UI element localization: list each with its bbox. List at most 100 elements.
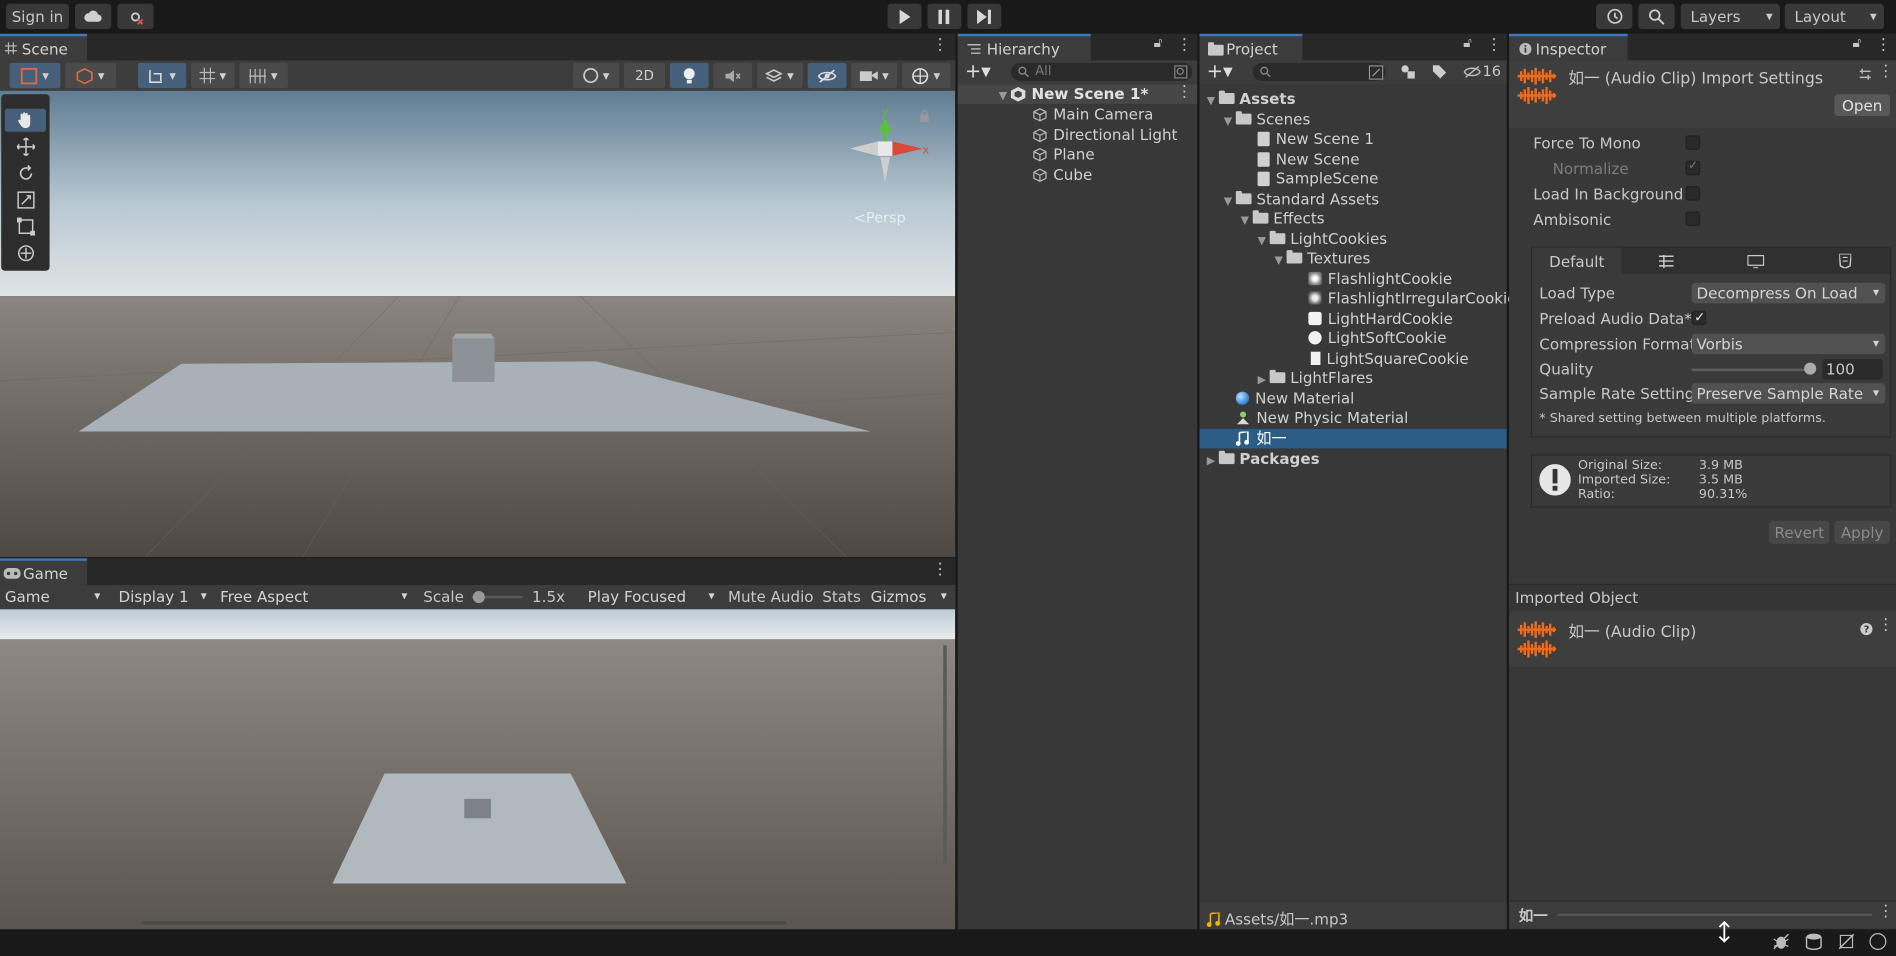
quality-slider-thumb[interactable] (1804, 362, 1817, 375)
hierarchy-search-field[interactable]: All (1010, 62, 1193, 81)
project-search-field[interactable] (1252, 62, 1386, 81)
project-menu-icon[interactable]: ⋮ (1486, 36, 1502, 54)
project-tree-textures[interactable]: ▼ Textures (1274, 249, 1370, 268)
layers-dropdown[interactable]: Layers (1680, 3, 1780, 30)
persp-label[interactable]: <Persp (854, 209, 906, 226)
create-add-icon[interactable]: +▾ (965, 59, 991, 82)
play-mode-dropdown[interactable]: Play Focused (582, 586, 721, 607)
play-button[interactable] (887, 3, 922, 30)
tab-scene[interactable]: Scene (0, 33, 88, 61)
lighting-toggle[interactable] (669, 62, 709, 89)
project-tree-standard-assets[interactable]: ▼ Standard Assets (1224, 190, 1379, 209)
tab-platform-default[interactable]: Default (1532, 247, 1622, 275)
game-viewport[interactable] (0, 609, 956, 930)
ambisonic-checkbox[interactable] (1685, 211, 1701, 227)
snap-toggle[interactable]: ▾ (137, 62, 187, 89)
rotate-tool-button[interactable] (5, 162, 46, 185)
check-status-icon[interactable] (1869, 933, 1887, 950)
project-tree-lightflares[interactable]: ▶ LightFlares (1258, 369, 1374, 388)
project-tree-physic-material[interactable]: New Physic Material (1236, 409, 1408, 428)
search-by-label-icon[interactable] (1400, 64, 1416, 80)
header-menu-icon[interactable]: ⋮ (1878, 63, 1894, 81)
collab-button[interactable] (117, 3, 154, 30)
sign-in-button[interactable]: Sign in (6, 3, 69, 30)
hierarchy-item-plane[interactable]: Plane (1033, 145, 1095, 164)
project-tree-assets[interactable]: ▼ Assets (1207, 89, 1296, 108)
collapse-arrow-icon[interactable]: ▶ (1258, 371, 1270, 390)
cache-server-icon[interactable] (1805, 933, 1822, 950)
quality-input[interactable]: 100 (1822, 358, 1883, 380)
increment-snap-dropdown[interactable]: ▾ (239, 62, 288, 89)
grid-snap-dropdown[interactable]: ▾ (191, 62, 235, 89)
project-tree-scene-file[interactable]: New Scene 1 (1257, 129, 1374, 148)
expand-arrow-icon[interactable]: ▼ (1224, 192, 1236, 211)
inspector-lock-icon[interactable]: 🔓︎ (1852, 35, 1861, 52)
normalize-checkbox[interactable]: ✓ (1685, 160, 1701, 176)
apply-button[interactable]: Apply (1834, 520, 1890, 544)
hand-tool-button[interactable] (4, 108, 46, 132)
preload-audio-checkbox[interactable]: ✓ (1691, 309, 1707, 326)
hierarchy-item-directional-light[interactable]: Directional Light (1033, 126, 1177, 145)
scale-tool-button[interactable] (5, 189, 46, 212)
preset-icon[interactable] (1859, 68, 1872, 81)
cloud-button[interactable] (74, 3, 112, 30)
project-lock-icon[interactable]: 🔓︎ (1463, 35, 1472, 52)
project-tree-audio-clip-selected[interactable]: 如一 (1199, 429, 1507, 449)
sample-rate-dropdown[interactable]: Preserve Sample Rate (1691, 383, 1886, 404)
scene-menu-icon[interactable]: ⋮ (932, 36, 948, 54)
force-to-mono-checkbox[interactable] (1685, 135, 1701, 150)
tab-platform-webgl[interactable] (1800, 248, 1889, 275)
stats-toggle[interactable]: Stats (822, 587, 861, 605)
draw-mode-dropdown[interactable]: ▾ (9, 62, 61, 89)
load-in-background-checkbox[interactable] (1685, 186, 1701, 201)
project-create-icon[interactable]: +▾ (1207, 59, 1233, 82)
imported-object-menu-icon[interactable]: ⋮ (1878, 616, 1894, 634)
step-button[interactable] (967, 3, 1002, 30)
inspector-menu-icon[interactable]: ⋮ (1875, 36, 1891, 54)
hierarchy-menu-icon[interactable]: ⋮ (1177, 36, 1193, 54)
scale-slider-thumb[interactable] (473, 591, 486, 604)
aspect-dropdown[interactable]: Free Aspect (215, 586, 414, 607)
project-tree-texture[interactable]: LightHardCookie (1308, 309, 1453, 328)
tab-platform-server[interactable] (1711, 248, 1800, 275)
hierarchy-scene-row[interactable]: ▼ New Scene 1* ⋮ (957, 83, 1198, 106)
move-tool-button[interactable] (5, 135, 46, 158)
project-tree-new-material[interactable]: New Material (1235, 389, 1354, 408)
hidden-objects-toggle[interactable] (807, 62, 847, 89)
rect-tool-button[interactable] (5, 215, 46, 238)
effects-dropdown[interactable]: ▾ (756, 62, 803, 89)
hidden-packages-icon[interactable] (1463, 65, 1481, 78)
project-tree-effects[interactable]: ▼ Effects (1241, 209, 1325, 228)
project-tree-texture[interactable]: FlashlightIrregularCookie (1308, 289, 1517, 308)
hierarchy-item-cube[interactable]: Cube (1033, 166, 1092, 185)
gizmos-toggle[interactable]: Gizmos (865, 586, 953, 607)
gizmo-lock-icon[interactable] (919, 110, 930, 123)
expand-arrow-icon[interactable]: ▼ (999, 87, 1011, 106)
tab-inspector[interactable]: Inspector (1509, 33, 1628, 61)
hierarchy-item-main-camera[interactable]: Main Camera (1033, 105, 1153, 124)
camera-settings-dropdown[interactable]: ▾ (851, 62, 898, 89)
transform-tool-button[interactable] (5, 242, 46, 265)
project-tree-texture[interactable]: LightSoftCookie (1308, 329, 1447, 348)
project-tree-scenes[interactable]: ▼ Scenes (1224, 110, 1311, 129)
expand-arrow-icon[interactable]: ▼ (1224, 112, 1236, 131)
shading-mode-dropdown[interactable]: ▾ (573, 62, 620, 89)
project-tree-lightcookies[interactable]: ▼ LightCookies (1258, 230, 1388, 249)
2d-toggle[interactable]: 2D (623, 62, 666, 89)
collapse-arrow-icon[interactable]: ▶ (1207, 452, 1219, 471)
debug-bug-icon[interactable] (1773, 933, 1790, 950)
tab-platform-standalone[interactable] (1622, 248, 1711, 275)
load-type-dropdown[interactable]: Decompress On Load (1691, 282, 1886, 304)
expand-arrow-icon[interactable]: ▼ (1241, 212, 1253, 231)
project-tree-packages[interactable]: ▶ Packages (1207, 450, 1320, 469)
expand-arrow-icon[interactable]: ▼ (1207, 92, 1219, 111)
render-mode-dropdown[interactable]: ▾ (65, 62, 117, 89)
compression-format-dropdown[interactable]: Vorbis (1691, 333, 1886, 355)
scene-viewport[interactable]: y x <Persp (0, 90, 956, 558)
search-by-type-icon[interactable] (1368, 65, 1384, 80)
tag-icon[interactable] (1432, 64, 1448, 80)
search-button[interactable] (1638, 3, 1675, 30)
open-button[interactable]: Open (1834, 94, 1890, 117)
project-tree-scene-file[interactable]: New Scene (1257, 150, 1360, 169)
project-tree-scene-file[interactable]: SampleScene (1257, 169, 1378, 188)
